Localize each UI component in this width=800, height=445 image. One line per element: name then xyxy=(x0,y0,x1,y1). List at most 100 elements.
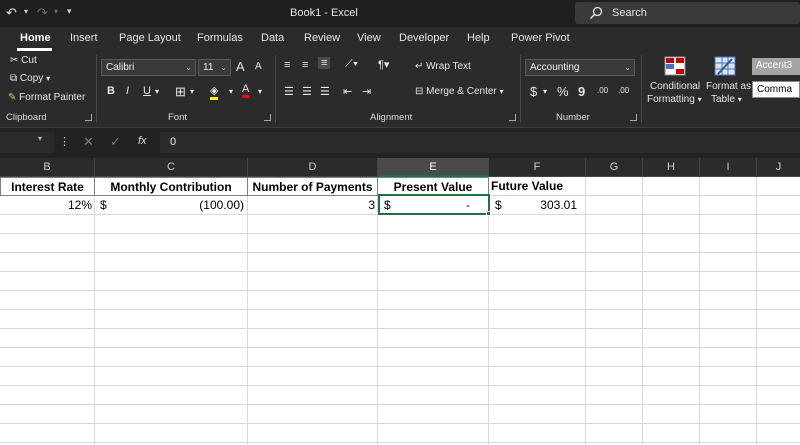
undo-icon[interactable]: ↶ xyxy=(6,5,17,21)
cell-d1[interactable]: Number of Payments xyxy=(247,177,378,196)
italic-button[interactable]: I xyxy=(126,85,129,97)
redo-icon[interactable]: ↷ xyxy=(37,5,48,21)
insert-function-icon[interactable]: fx xyxy=(138,135,147,147)
fill-handle[interactable] xyxy=(486,211,491,216)
tab-power-pivot[interactable]: Power Pivot xyxy=(511,32,570,44)
font-name-select[interactable]: Calibri ⌄ xyxy=(101,59,196,76)
align-center-icon[interactable]: ☰ xyxy=(302,85,312,98)
redo-dropdown-icon[interactable]: ▾ xyxy=(54,7,58,16)
clipboard-launcher-icon[interactable] xyxy=(85,114,92,121)
column-header-e[interactable]: E xyxy=(378,158,489,177)
increase-indent-icon[interactable]: ⇥ xyxy=(362,85,371,98)
column-header-f[interactable]: F xyxy=(489,158,586,177)
text-direction-icon[interactable]: ¶▾ xyxy=(378,58,389,71)
gridline xyxy=(0,347,800,348)
tab-developer[interactable]: Developer xyxy=(399,32,449,44)
cell-c2-currency: $ xyxy=(100,198,107,212)
tab-review[interactable]: Review xyxy=(304,32,340,44)
copy-button[interactable]: ⧉ Copy ▾ xyxy=(10,73,50,84)
font-color-dropdown-icon[interactable]: ▾ xyxy=(258,87,262,96)
style-comma[interactable]: Comma xyxy=(752,81,800,98)
name-box[interactable] xyxy=(0,132,54,153)
column-header-c[interactable]: C xyxy=(95,158,248,177)
format-painter-button[interactable]: ✎ Format Painter xyxy=(8,92,85,103)
search-box[interactable]: Search xyxy=(575,2,800,24)
align-middle-icon[interactable]: ≡ xyxy=(302,59,308,71)
orientation-icon[interactable]: ⟋▾ xyxy=(345,58,358,71)
increase-decimal-button[interactable]: .00 xyxy=(597,86,608,95)
gridline xyxy=(0,252,800,253)
wrap-text-icon: ↵ xyxy=(415,61,424,72)
align-bottom-icon[interactable]: ≡ xyxy=(318,57,331,69)
alignment-launcher-icon[interactable] xyxy=(509,114,516,121)
name-box-dropdown-icon[interactable]: ▾ xyxy=(38,134,42,143)
column-header-g[interactable]: G xyxy=(586,158,643,177)
ribbon: ✂ Cut ⧉ Copy ▾ ✎ Format Painter Clipboar… xyxy=(0,51,800,128)
cell-c2[interactable]: (100.00) xyxy=(120,196,244,215)
borders-icon[interactable]: ⊞ xyxy=(175,84,186,100)
comma-style-button[interactable]: 9 xyxy=(578,84,585,99)
cell-b2[interactable]: 12% xyxy=(0,196,92,215)
percent-button[interactable]: % xyxy=(557,84,569,99)
cell-c1[interactable]: Monthly Contribution xyxy=(94,177,248,196)
column-header-j[interactable]: J xyxy=(757,158,800,177)
formula-input[interactable]: 0 xyxy=(160,132,800,153)
column-header-b[interactable]: B xyxy=(0,158,95,177)
cell-b1[interactable]: Interest Rate xyxy=(0,177,95,196)
decrease-indent-icon[interactable]: ⇤ xyxy=(343,85,352,98)
fill-color-icon[interactable]: ◈ xyxy=(210,84,219,100)
tab-formulas[interactable]: Formulas xyxy=(197,32,243,44)
decrease-decimal-button[interactable]: .00 xyxy=(618,86,629,95)
undo-dropdown-icon[interactable]: ▾ xyxy=(24,7,28,16)
cell-f1[interactable]: Future Value xyxy=(491,177,586,196)
chevron-down-icon: ▾ xyxy=(737,95,742,104)
conditional-formatting-button[interactable]: Conditional xyxy=(650,81,700,92)
column-header-h[interactable]: H xyxy=(643,158,700,177)
enter-icon[interactable]: ✓ xyxy=(110,134,121,150)
fill-color-dropdown-icon[interactable]: ▾ xyxy=(229,87,233,96)
gridline xyxy=(0,233,800,234)
customize-quick-access-icon[interactable]: ▾ xyxy=(67,6,72,17)
number-format-select[interactable]: Accounting ⌄ xyxy=(525,59,635,76)
search-placeholder: Search xyxy=(612,7,647,19)
currency-dropdown-icon[interactable]: ▾ xyxy=(543,87,547,96)
more-options-icon[interactable]: ⋮ xyxy=(59,135,70,148)
selected-cell-e2[interactable] xyxy=(378,194,490,215)
font-color-icon[interactable]: A xyxy=(242,83,250,98)
tab-data[interactable]: Data xyxy=(261,32,284,44)
cut-button[interactable]: ✂ Cut xyxy=(10,55,37,66)
merge-center-button[interactable]: ⊟ Merge & Center ▾ xyxy=(415,86,504,97)
number-launcher-icon[interactable] xyxy=(630,114,637,121)
wrap-text-button[interactable]: ↵ Wrap Text xyxy=(415,61,471,72)
shrink-font-button[interactable]: A xyxy=(255,61,262,72)
cell-d2[interactable]: 3 xyxy=(250,196,375,215)
align-top-icon[interactable]: ≡ xyxy=(284,59,290,71)
format-as-table-button[interactable]: Format as xyxy=(706,81,751,92)
tab-home[interactable]: Home xyxy=(20,32,51,44)
font-size-select[interactable]: 11 ⌄ xyxy=(198,59,231,76)
divider xyxy=(275,55,276,123)
underline-button[interactable]: U xyxy=(143,85,151,97)
cell-f2[interactable]: 303.01 xyxy=(515,196,577,215)
gridline xyxy=(0,423,800,424)
tab-view[interactable]: View xyxy=(357,32,381,44)
column-header-i[interactable]: I xyxy=(700,158,757,177)
underline-dropdown-icon[interactable]: ▾ xyxy=(155,87,159,96)
search-icon xyxy=(589,6,603,20)
font-launcher-icon[interactable] xyxy=(264,114,271,121)
worksheet-grid[interactable]: Interest Rate Monthly Contribution Numbe… xyxy=(0,177,800,445)
format-as-table-icon[interactable] xyxy=(714,56,736,76)
align-right-icon[interactable]: ☰ xyxy=(320,85,330,98)
borders-dropdown-icon[interactable]: ▾ xyxy=(190,87,194,96)
currency-button[interactable]: $ xyxy=(530,84,537,99)
tab-insert[interactable]: Insert xyxy=(70,32,98,44)
bold-button[interactable]: B xyxy=(107,85,115,97)
tab-page-layout[interactable]: Page Layout xyxy=(119,32,181,44)
cancel-icon[interactable]: ✕ xyxy=(83,134,94,150)
conditional-formatting-icon[interactable] xyxy=(664,56,686,76)
tab-help[interactable]: Help xyxy=(467,32,490,44)
align-left-icon[interactable]: ☰ xyxy=(284,85,294,98)
column-header-d[interactable]: D xyxy=(248,158,378,177)
grow-font-button[interactable]: A xyxy=(236,59,245,74)
style-accent3[interactable]: Accent3 xyxy=(752,58,800,75)
